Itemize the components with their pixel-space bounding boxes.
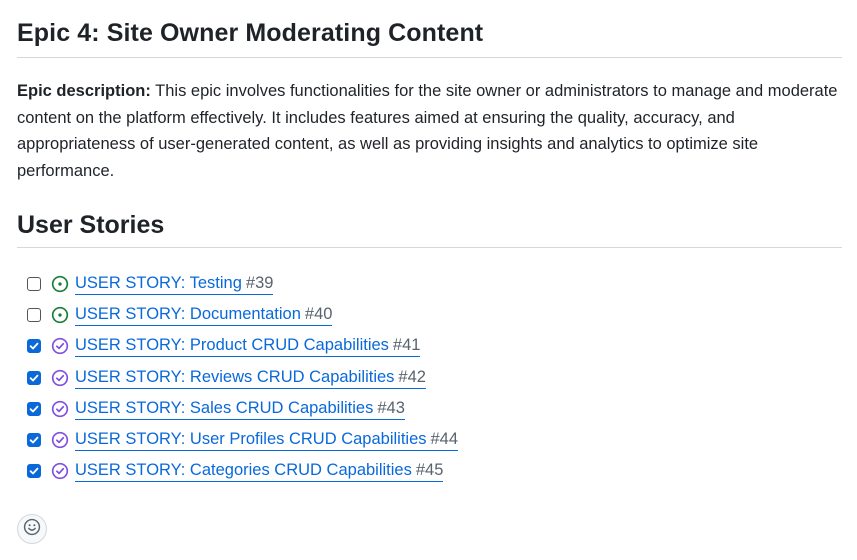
- task-checkbox[interactable]: [27, 401, 41, 416]
- epic-description-label: Epic description:: [17, 82, 151, 100]
- task-checkbox[interactable]: [27, 464, 41, 479]
- user-story-link[interactable]: USER STORY: Sales CRUD Capabilities #43: [75, 398, 405, 420]
- user-story-link[interactable]: USER STORY: User Profiles CRUD Capabilit…: [75, 429, 459, 452]
- user-story-list: USER STORY: Testing #39 USER STORY: Docum…: [17, 268, 842, 487]
- smiley-icon: [23, 518, 41, 541]
- add-reaction-button[interactable]: [17, 514, 47, 544]
- user-story-title: USER STORY: Testing: [75, 273, 242, 292]
- user-story-link[interactable]: USER STORY: Testing #39: [75, 273, 274, 295]
- issue-number: #42: [398, 367, 426, 386]
- issue-number: #39: [245, 273, 274, 292]
- task-checkbox[interactable]: [27, 339, 41, 354]
- user-story-link[interactable]: USER STORY: Documentation #40: [75, 304, 333, 326]
- user-story-title: USER STORY: Sales CRUD Capabilities: [75, 398, 374, 417]
- issue-number: #44: [430, 430, 459, 449]
- epic-description: Epic description: This epic involves fun…: [17, 58, 842, 184]
- issue-body: Epic 4: Site Owner Moderating Content Ep…: [0, 0, 857, 544]
- issue-closed-icon: [51, 431, 69, 449]
- issue-closed-icon: [51, 369, 69, 387]
- issue-open-icon: [51, 275, 69, 293]
- task-checkbox[interactable]: [27, 276, 41, 291]
- task-list-item: USER STORY: Reviews CRUD Capabilities #42: [17, 362, 842, 393]
- epic-title: Epic 4: Site Owner Moderating Content: [17, 0, 842, 58]
- task-list-item: USER STORY: User Profiles CRUD Capabilit…: [17, 424, 842, 455]
- user-story-title: USER STORY: User Profiles CRUD Capabilit…: [75, 430, 427, 449]
- user-story-link[interactable]: USER STORY: Product CRUD Capabilities #41: [75, 335, 421, 358]
- task-list-item: USER STORY: Sales CRUD Capabilities #43: [17, 393, 842, 424]
- task-list-item: USER STORY: Product CRUD Capabilities #41: [17, 331, 842, 362]
- user-story-link[interactable]: USER STORY: Categories CRUD Capabilities…: [75, 460, 444, 483]
- task-list-item: USER STORY: Testing #39: [17, 268, 842, 299]
- user-story-title: USER STORY: Product CRUD Capabilities: [75, 336, 389, 355]
- issue-closed-icon: [51, 462, 69, 480]
- user-story-title: USER STORY: Categories CRUD Capabilities: [75, 461, 412, 480]
- task-checkbox[interactable]: [27, 307, 41, 322]
- issue-number: #45: [415, 461, 444, 480]
- task-list-item: USER STORY: Documentation #40: [17, 299, 842, 330]
- user-story-title: USER STORY: Reviews CRUD Capabilities: [75, 367, 395, 386]
- issue-number: #40: [304, 304, 333, 323]
- issue-number: #41: [392, 336, 421, 355]
- issue-closed-icon: [51, 337, 69, 355]
- task-checkbox[interactable]: [27, 370, 41, 385]
- issue-open-icon: [51, 306, 69, 324]
- task-checkbox[interactable]: [27, 433, 41, 448]
- user-story-link[interactable]: USER STORY: Reviews CRUD Capabilities #42: [75, 367, 426, 389]
- user-stories-heading: User Stories: [17, 208, 842, 248]
- task-list-item: USER STORY: Categories CRUD Capabilities…: [17, 456, 842, 487]
- issue-number: #43: [377, 398, 405, 417]
- issue-closed-icon: [51, 400, 69, 418]
- user-story-title: USER STORY: Documentation: [75, 304, 301, 323]
